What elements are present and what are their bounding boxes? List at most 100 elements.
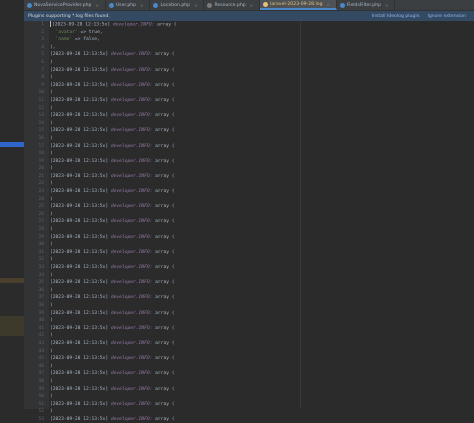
log-line[interactable]: 28) [24, 226, 474, 234]
log-line[interactable]: 33 [2023-09-28 12:13:5x] developer.INFO: … [24, 264, 474, 272]
log-line[interactable]: 10) [24, 89, 474, 97]
log-line[interactable]: 41 [2023-09-28 12:13:5x] developer.INFO: … [24, 325, 474, 333]
line-number: 47 [38, 371, 44, 377]
log-timestamp: [2023-09-28 12:13:5x] [50, 97, 109, 103]
log-line[interactable]: 14) [24, 120, 474, 128]
log-line[interactable]: 49 [2023-09-28 12:13:5x] developer.INFO: … [24, 386, 474, 394]
log-line[interactable]: 12) [24, 105, 474, 113]
log-line[interactable]: 38) [24, 302, 474, 310]
log-line[interactable]: 5 [2023-09-28 12:13:5x] developer.INFO: a… [24, 51, 474, 59]
log-array-close: ) [50, 409, 53, 415]
editor-tab[interactable]: Resource.php × [204, 0, 261, 10]
log-line[interactable]: 46) [24, 363, 474, 371]
log-line[interactable]: 6) [24, 59, 474, 67]
editor-tab[interactable]: laravel-2023-09-28.log × [260, 0, 337, 10]
install-plugin-link[interactable]: Install Ideolog plugin [372, 14, 420, 19]
log-text: [2023-09-28 12:13:5x] developer.INFO: ar… [50, 97, 175, 105]
close-icon[interactable]: × [250, 3, 253, 8]
log-array-open: array ( [155, 204, 175, 210]
editor-tab[interactable]: FieldsFilter.php × [337, 0, 396, 10]
close-icon[interactable]: × [385, 3, 388, 8]
log-line[interactable]: 42) [24, 332, 474, 340]
code-editor[interactable]: 1 [2023-09-28 12:13:5x] developer.INFO: a… [24, 21, 474, 422]
log-array-close: ) [50, 272, 53, 278]
log-line[interactable]: 15 [2023-09-28 12:13:5x] developer.INFO: … [24, 127, 474, 135]
log-text: ), [50, 44, 56, 52]
log-line[interactable]: 20) [24, 165, 474, 173]
log-line[interactable]: 17 [2023-09-28 12:13:5x] developer.INFO: … [24, 143, 474, 151]
selected-file-highlight[interactable] [0, 142, 24, 147]
log-text: [2023-09-28 12:13:5x] developer.INFO: ar… [50, 386, 175, 394]
log-line[interactable]: 21 [2023-09-28 12:13:5x] developer.INFO: … [24, 173, 474, 181]
log-line[interactable]: 8) [24, 74, 474, 82]
close-icon[interactable]: × [95, 3, 98, 8]
log-line[interactable]: 26) [24, 211, 474, 219]
close-icon[interactable]: × [194, 3, 197, 8]
editor-tab[interactable]: NovaServiceProvider.php × [24, 0, 106, 10]
line-number: 1 [41, 22, 44, 27]
log-line[interactable]: 32) [24, 256, 474, 264]
log-line[interactable]: 18) [24, 150, 474, 158]
close-icon[interactable]: × [327, 2, 330, 7]
log-line[interactable]: 9 [2023-09-28 12:13:5x] developer.INFO: a… [24, 82, 474, 90]
log-line[interactable]: 22) [24, 180, 474, 188]
log-line[interactable]: 31 [2023-09-28 12:13:5x] developer.INFO: … [24, 249, 474, 257]
log-level: developer.INFO: [110, 401, 153, 407]
editor-tab[interactable]: User.php × [106, 0, 151, 10]
log-line[interactable]: 47 [2023-09-28 12:13:5x] developer.INFO: … [24, 370, 474, 378]
log-line[interactable]: 36) [24, 287, 474, 295]
log-array-open: array ( [155, 386, 175, 392]
log-line[interactable]: 30) [24, 241, 474, 249]
log-timestamp: [2023-09-28 12:13:5x] [50, 401, 109, 407]
log-timestamp: [2023-09-28 12:13:5x] [50, 371, 109, 377]
file-highlight[interactable] [0, 316, 24, 336]
log-line[interactable]: 29 [2023-09-28 12:13:5x] developer.INFO: … [24, 234, 474, 242]
line-number: 39 [38, 310, 44, 316]
log-timestamp: [2023-09-28 12:13:5x] [50, 416, 109, 422]
log-line[interactable]: 4), [24, 44, 474, 52]
log-line[interactable]: 37 [2023-09-28 12:13:5x] developer.INFO: … [24, 294, 474, 302]
log-line[interactable]: 16) [24, 135, 474, 143]
log-text: ) [50, 408, 53, 416]
line-number: 8 [41, 75, 44, 81]
log-line[interactable]: 24) [24, 196, 474, 204]
log-line[interactable]: 2 'avatar' => true, [24, 29, 474, 37]
log-line[interactable]: 7 [2023-09-28 12:13:5x] developer.INFO: a… [24, 67, 474, 75]
ignore-extension-link[interactable]: Ignore extension [428, 14, 466, 19]
log-text: ) [50, 332, 53, 340]
log-line[interactable]: 40) [24, 317, 474, 325]
log-line[interactable]: 39 [2023-09-28 12:13:5x] developer.INFO: … [24, 310, 474, 318]
file-type-icon [27, 2, 32, 8]
line-number: 4 [41, 44, 44, 50]
log-line[interactable]: 3 'name' => false, [24, 36, 474, 44]
log-line[interactable]: 52) [24, 408, 474, 416]
log-level: developer.INFO: [110, 113, 153, 119]
log-content[interactable]: 1 [2023-09-28 12:13:5x] developer.INFO: a… [24, 21, 474, 423]
log-line[interactable]: 13 [2023-09-28 12:13:5x] developer.INFO: … [24, 112, 474, 120]
log-text: ) [50, 226, 53, 234]
log-line[interactable]: 43 [2023-09-28 12:13:5x] developer.INFO: … [24, 340, 474, 348]
log-timestamp: [2023-09-28 12:13:5x] [50, 219, 109, 225]
log-line[interactable]: 48) [24, 378, 474, 386]
log-array-open: array ( [157, 22, 177, 28]
log-line[interactable]: 1 [2023-09-28 12:13:5x] developer.INFO: a… [24, 21, 474, 29]
log-level: developer.INFO: [112, 22, 155, 28]
file-highlight[interactable] [0, 278, 24, 283]
close-icon[interactable]: × [140, 3, 143, 8]
log-line[interactable]: 11 [2023-09-28 12:13:5x] developer.INFO: … [24, 97, 474, 105]
log-array-open: array ( [155, 401, 175, 407]
line-number: 6 [41, 59, 44, 65]
log-line[interactable]: 25 [2023-09-28 12:13:5x] developer.INFO: … [24, 203, 474, 211]
log-line[interactable]: 23 [2023-09-28 12:13:5x] developer.INFO: … [24, 188, 474, 196]
log-line[interactable]: 51 [2023-09-28 12:13:5x] developer.INFO: … [24, 401, 474, 409]
log-value: => true, [80, 29, 103, 35]
log-line[interactable]: 50) [24, 393, 474, 401]
log-line[interactable]: 34) [24, 272, 474, 280]
log-line[interactable]: 53 [2023-09-28 12:13:5x] developer.INFO: … [24, 416, 474, 423]
log-line[interactable]: 19 [2023-09-28 12:13:5x] developer.INFO: … [24, 158, 474, 166]
log-line[interactable]: 44) [24, 348, 474, 356]
log-line[interactable]: 35 [2023-09-28 12:13:5x] developer.INFO: … [24, 279, 474, 287]
editor-tab[interactable]: Location.php × [150, 0, 205, 10]
log-line[interactable]: 27 [2023-09-28 12:13:5x] developer.INFO: … [24, 218, 474, 226]
log-line[interactable]: 45 [2023-09-28 12:13:5x] developer.INFO: … [24, 355, 474, 363]
